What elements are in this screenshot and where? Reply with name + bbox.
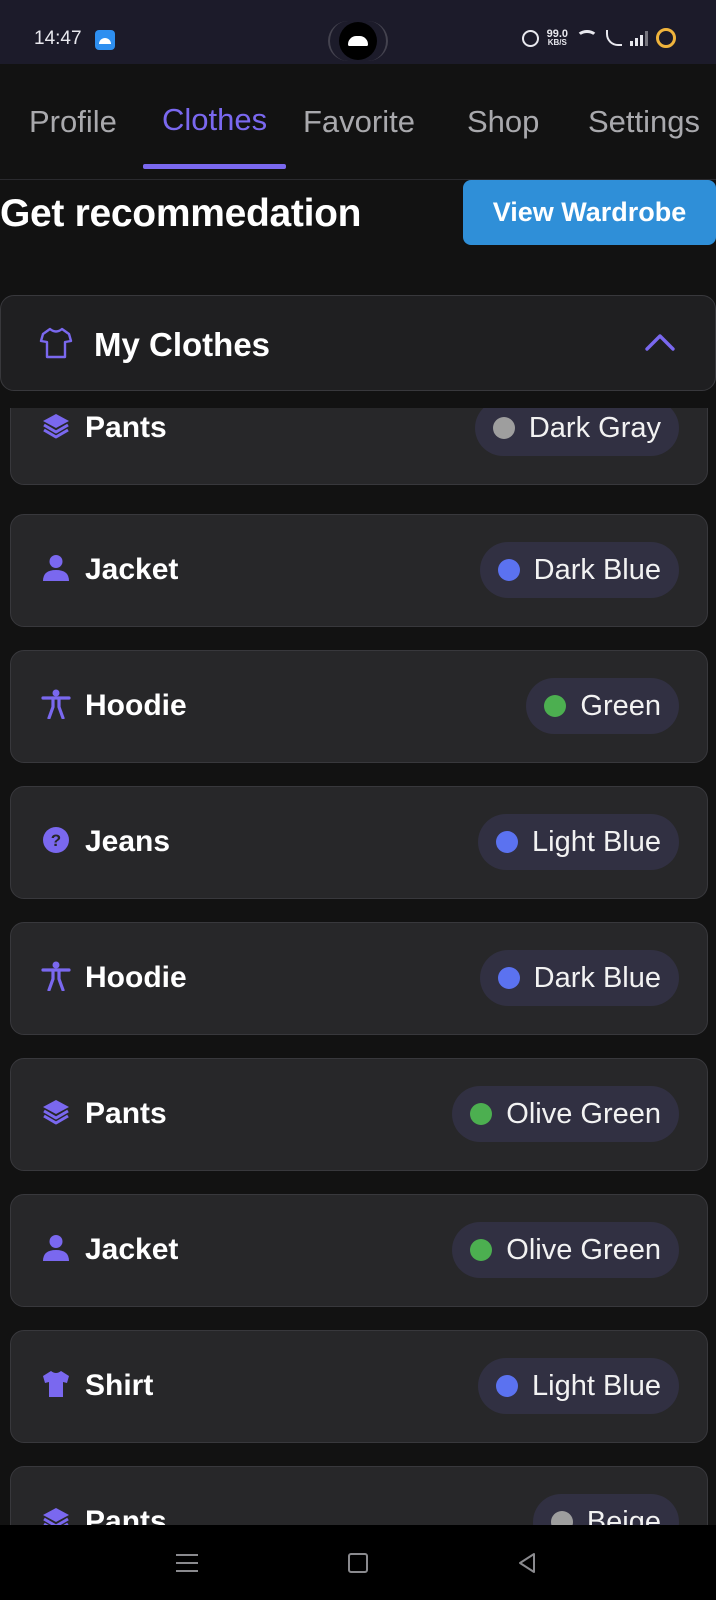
accessibility-icon [41,689,71,719]
layers-icon [43,1100,69,1125]
color-chip: Olive Green [452,1086,679,1142]
color-label: Dark Blue [533,961,661,994]
list-item[interactable]: Hoodie Green [10,650,708,763]
item-name: Jacket [85,1233,179,1266]
alarm-icon [521,29,539,47]
color-label: Olive Green [506,1233,661,1266]
call-icon [606,30,622,46]
list-item[interactable]: Jacket Dark Blue [10,514,708,627]
status-icons: 99.0 KB/S [521,28,676,48]
my-clothes-accordion-header[interactable]: My Clothes [0,295,716,391]
wifi-icon [576,30,598,46]
recent-apps-icon[interactable] [176,1554,198,1572]
network-speed-unit: KB/S [547,37,567,47]
accessibility-icon [41,961,71,991]
tab-clothes[interactable]: Clothes [162,102,267,138]
shirt-icon [43,1371,69,1397]
color-chip: Light Blue [478,814,679,870]
home-icon[interactable] [348,1553,368,1573]
color-label: Olive Green [506,1097,661,1130]
color-label: Dark Gray [528,411,661,444]
status-bar: 14:47 99.0 KB/S [0,0,716,64]
tab-favorite[interactable]: Favorite [303,104,415,140]
item-name: Pants [85,1505,167,1525]
view-wardrobe-button[interactable]: View Wardrobe [463,180,716,245]
clothes-list[interactable]: Pants Dark Gray Jacket Dark Blue Hoodie … [0,408,716,1525]
color-dot [470,1103,493,1125]
color-label: Beige [586,1505,661,1526]
color-dot [497,559,520,581]
camera-cutout-icon [339,22,377,60]
color-chip: Olive Green [452,1222,679,1278]
network-speed: 99.0 KB/S [547,28,568,47]
shirt-outline-icon [39,327,73,359]
battery-icon [656,28,676,48]
tab-settings[interactable]: Settings [588,104,700,140]
color-chip: Dark Gray [474,408,679,456]
color-chip: Light Blue [478,1358,679,1414]
help-icon: ? [43,827,69,853]
item-name: Hoodie [85,689,187,722]
list-item[interactable]: Shirt Light Blue [10,1330,708,1443]
color-label: Dark Blue [533,553,661,586]
android-notification-icon [95,30,115,50]
list-item[interactable]: Pants Olive Green [10,1058,708,1171]
tab-shop[interactable]: Shop [467,104,539,140]
page-title: Get recommedation [0,192,362,235]
list-item[interactable]: Hoodie Dark Blue [10,922,708,1035]
color-chip: Dark Blue [479,950,679,1006]
color-dot [496,831,518,853]
color-dot [550,1511,573,1525]
back-icon[interactable] [516,1552,538,1574]
list-item[interactable]: Pants Dark Gray [10,408,708,485]
chevron-up-icon[interactable] [644,332,676,352]
color-chip: Beige [532,1494,679,1526]
list-item[interactable]: ? Jeans Light Blue [10,786,708,899]
color-dot [544,695,567,717]
list-item[interactable]: Pants Beige [10,1466,708,1525]
color-dot [496,1375,518,1397]
color-label: Light Blue [532,825,661,858]
list-item[interactable]: Jacket Olive Green [10,1194,708,1307]
item-name: Jacket [85,553,179,586]
color-dot [470,1239,493,1261]
tab-bar: Profile Clothes Favorite Shop Settings [0,64,716,180]
person-icon [43,555,69,581]
color-dot [497,967,520,989]
item-name: Hoodie [85,961,187,994]
person-icon [43,1235,69,1261]
color-label: Light Blue [532,1369,661,1402]
tab-profile[interactable]: Profile [29,104,117,140]
item-name: Pants [85,1097,167,1130]
active-tab-indicator [143,164,286,169]
item-name: Pants [85,411,167,444]
color-chip: Dark Blue [479,542,679,598]
section-title: My Clothes [94,326,271,363]
layers-icon [43,1508,69,1525]
signal-icon [630,30,648,46]
screen: 14:47 99.0 KB/S Profile Clothes Favorite… [0,0,716,1600]
item-name: Shirt [85,1369,154,1402]
color-chip: Green [526,678,679,734]
status-time: 14:47 [34,28,82,49]
svg-text:?: ? [51,831,61,850]
layers-icon [43,414,69,439]
color-label: Green [580,689,661,722]
item-name: Jeans [85,825,171,858]
system-nav-bar [0,1525,716,1600]
color-dot [492,417,515,439]
